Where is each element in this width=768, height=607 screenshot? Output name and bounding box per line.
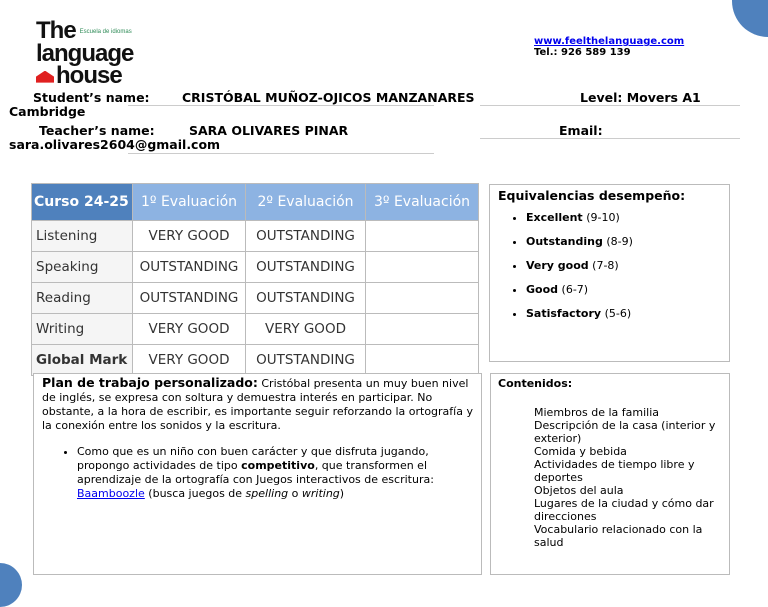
list-item: Lugares de la ciudad y cómo dar direccio… [534,497,714,523]
skill: Listening [31,220,133,252]
student-name: CRISTÓBAL MUÑOZ-OJICOS MANZANARES [182,90,475,105]
equivalencias-box: Equivalencias desempeño: Excellent (9-10… [489,184,730,362]
teacher-label: Teacher’s name: [39,123,155,138]
list-item: Very good (7-8) [526,259,729,272]
grade: OUTSTANDING [245,251,366,283]
level: Level: Movers A1 [580,90,701,105]
equivalencias-title: Equivalencias desempeño: [498,188,686,203]
table-row: Global Mark VERY GOOD OUTSTANDING [31,344,479,376]
list-item: Good (6-7) [526,283,729,296]
plan-bullet: Como que es un niño con buen carácter y … [77,445,473,501]
skill: Speaking [31,251,133,283]
grade: OUTSTANDING [132,251,246,283]
list-item: Outstanding (8-9) [526,235,729,248]
table-row: Reading OUTSTANDING OUTSTANDING [31,282,479,314]
list-item: Objetos del aula [534,484,624,497]
house-icon [36,70,54,83]
table-row: Listening VERY GOOD OUTSTANDING [31,220,479,252]
contact-info: www.feelthelanguage.com Tel.: 926 589 13… [534,36,685,58]
table-row: Writing VERY GOOD VERY GOOD [31,313,479,345]
grade: VERY GOOD [132,313,246,345]
logo: The Escuela de idiomas language house [36,17,134,89]
grade [365,282,479,314]
col-header: Curso 24-25 [31,183,133,221]
list-item: Excellent (9-10) [526,211,729,224]
list-item: Actividades de tiempo libre y deportes [534,458,695,484]
website-link[interactable]: www.feelthelanguage.com [534,36,684,47]
grade: OUTSTANDING [245,344,366,376]
grade: VERY GOOD [245,313,366,345]
grade [365,344,479,376]
plan-box: Plan de trabajo personalizado: Cristóbal… [33,373,482,575]
grade: VERY GOOD [132,220,246,252]
level-cont: Cambridge [9,104,86,119]
table-row: Speaking OUTSTANDING OUTSTANDING [31,251,479,283]
decorative-circle [0,563,22,607]
list-item: Vocabulario relacionado con la salud [534,523,703,549]
list-item: Satisfactory (5-6) [526,307,729,320]
teacher-email: sara.olivares2604@gmail.com [9,137,221,152]
grade: OUTSTANDING [245,220,366,252]
list-item: Descripción de la casa (interior y exter… [534,419,716,445]
grade [365,220,479,252]
email-label: Email: [559,123,603,138]
contenidos-title: Contenidos: [498,377,573,390]
plan-title: Plan de trabajo personalizado: [42,375,258,390]
grades-table: Curso 24-25 1º Evaluación 2º Evaluación … [31,183,479,376]
grade [365,313,479,345]
list-item: Comida y bebida [534,445,627,458]
skill: Writing [31,313,133,345]
baamboozle-link[interactable]: Baamboozle [77,487,145,500]
grade [365,251,479,283]
grade: OUTSTANDING [132,282,246,314]
grade: OUTSTANDING [245,282,366,314]
col-header: 2º Evaluación [245,183,366,221]
list-item: Miembros de la familia [534,406,660,419]
grade: VERY GOOD [132,344,246,376]
col-header: 1º Evaluación [132,183,246,221]
teacher-name: SARA OLIVARES PINAR [189,123,349,138]
contenidos-box: Contenidos: Miembros de la familia Descr… [490,373,730,575]
skill: Global Mark [31,344,133,376]
decorative-circle [732,0,768,37]
student-label: Student’s name: [33,90,150,105]
col-header: 3º Evaluación [365,183,479,221]
skill: Reading [31,282,133,314]
